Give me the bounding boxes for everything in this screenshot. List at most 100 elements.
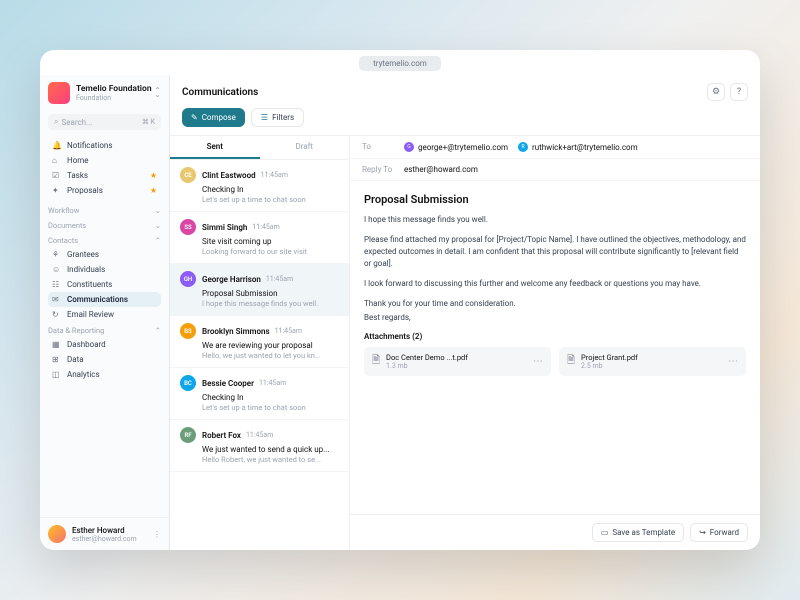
nav-section-header[interactable]: Data & Reporting⌃ [48, 322, 161, 337]
avatar [48, 525, 66, 543]
nav-icon: ⊞ [52, 355, 62, 364]
nav-item[interactable]: ◫Analytics [48, 367, 161, 382]
email-para: Please find attached my proposal for [Pr… [364, 234, 746, 270]
message-preview: Let's set up a time to chat soon [202, 195, 339, 204]
nav-item[interactable]: ⌂Home [48, 153, 161, 168]
sidebar: Temelio Foundation Foundation ⌃⌄ ⌕ Searc… [40, 75, 170, 550]
page-title: Communications [182, 87, 702, 98]
attachment-size: 1.3 mb [386, 362, 527, 370]
sender-avatar: RF [180, 427, 196, 443]
nav-item[interactable]: ▦Dashboard [48, 337, 161, 352]
recipient-avatar: G [404, 142, 414, 152]
recipient[interactable]: Ggeorge+@trytemelio.com [404, 142, 508, 152]
nav-item[interactable]: ☺Individuals [48, 262, 161, 277]
org-role: Foundation [76, 94, 154, 102]
message-detail: To Ggeorge+@trytemelio.comRruthwick+art@… [350, 136, 760, 550]
app-window: trytemelio.com Temelio Foundation Founda… [40, 50, 760, 550]
message-item[interactable]: BSBrooklyn Simmons11:45amWe are reviewin… [170, 316, 349, 368]
tab-draft[interactable]: Draft [260, 136, 350, 159]
settings-button[interactable]: ⚙ [707, 83, 725, 101]
attachment[interactable]: 🗎Project Grant.pdf2.5 mb⋯ [559, 347, 746, 376]
sender-name: Simmi Singh [202, 223, 247, 232]
sender-name: George Harrison [202, 275, 261, 284]
kbd-shortcut: ⌘ K [142, 118, 155, 126]
nav-item[interactable]: ✦Proposals★ [48, 183, 161, 198]
attachment-more-icon[interactable]: ⋯ [533, 356, 543, 367]
message-subject: We are reviewing your proposal [202, 341, 339, 350]
recipient[interactable]: Rruthwick+art@trytemelio.com [518, 142, 638, 152]
nav-item[interactable]: ☷Constituents [48, 277, 161, 292]
nav-item[interactable]: 🔔Notifications [48, 138, 161, 153]
email-para: Best regards, [364, 312, 746, 324]
message-item[interactable]: RF Robert Fox 11:45am We just wanted to sen… [170, 420, 349, 472]
file-icon: 🗎 [567, 353, 575, 370]
sender-name: Robert Fox [202, 431, 241, 440]
chevron-icon: ⌄ [155, 206, 161, 215]
email-subject: Proposal Submission [364, 193, 746, 206]
message-item[interactable]: BCBessie Cooper11:45amChecking InLet's s… [170, 368, 349, 420]
bookmark-icon: ▭ [601, 528, 609, 537]
nav-item[interactable]: ⚘Grantees [48, 247, 161, 262]
reply-to-value: esther@howard.com [404, 165, 478, 174]
nav-section-header[interactable]: Workflow⌄ [48, 202, 161, 217]
attachment-size: 2.5 mb [581, 362, 722, 370]
sender-name: Clint Eastwood [202, 171, 256, 180]
nav-section-header[interactable]: Contacts⌃ [48, 232, 161, 247]
nav-item[interactable]: ✉Communications [48, 292, 161, 307]
forward-button[interactable]: ↪ Forward [690, 523, 748, 542]
nav-icon: ☷ [52, 280, 62, 289]
message-item[interactable]: CEClint Eastwood11:45amChecking InLet's … [170, 160, 349, 212]
url-bar: trytemelio.com [40, 50, 760, 75]
nav-icon: ↻ [52, 310, 62, 319]
attachment-more-icon[interactable]: ⋯ [728, 356, 738, 367]
sender-avatar: BC [180, 375, 196, 391]
search-input[interactable]: ⌕ Search... ⌘ K [48, 114, 161, 130]
more-icon[interactable]: ⋮ [153, 530, 161, 539]
message-subject: We just wanted to send a quick up... [202, 445, 339, 454]
message-preview: I hope this message finds you well. [202, 299, 339, 308]
org-logo [48, 82, 70, 104]
message-time: 11:45am [266, 275, 293, 283]
nav-section-header[interactable]: Documents⌄ [48, 217, 161, 232]
help-button[interactable]: ? [730, 83, 748, 101]
user-name: Esther Howard [72, 526, 153, 535]
compose-button[interactable]: ✎ Compose [182, 108, 245, 127]
chevron-icon: ⌃ [155, 326, 161, 335]
file-icon: 🗎 [372, 353, 380, 370]
sender-avatar: BS [180, 323, 196, 339]
nav-icon: ✦ [52, 186, 62, 195]
filters-button[interactable]: ☰ Filters [251, 108, 304, 127]
message-preview: Looking forward to our site visit [202, 247, 339, 256]
nav-icon: ⌂ [52, 156, 62, 165]
message-preview: Hello, we just wanted to let you kn... [202, 351, 339, 360]
nav-item[interactable]: ↻Email Review [48, 307, 161, 322]
nav-icon: ◫ [52, 370, 62, 379]
message-item[interactable]: SSSimmi Singh11:45amSite visit coming up… [170, 212, 349, 264]
star-icon: ★ [150, 171, 157, 180]
reply-to-label: Reply To [362, 165, 404, 174]
message-preview: Let's set up a time to chat soon [202, 403, 339, 412]
nav-icon: ⚘ [52, 250, 62, 259]
message-subject: Site visit coming up [202, 237, 339, 246]
url-pill: trytemelio.com [359, 56, 441, 71]
recipient-email: george+@trytemelio.com [418, 143, 508, 152]
nav-item[interactable]: ⊞Data [48, 352, 161, 367]
attachment[interactable]: 🗎Doc Center Demo ...t.pdf1.3 mb⋯ [364, 347, 551, 376]
nav-icon: ☑ [52, 171, 62, 180]
nav-item[interactable]: ☑Tasks★ [48, 168, 161, 183]
current-user[interactable]: Esther Howard esther@howard.com ⋮ [40, 517, 169, 550]
org-switcher[interactable]: Temelio Foundation Foundation ⌃⌄ [40, 75, 169, 111]
tab-sent[interactable]: Sent [170, 136, 260, 159]
save-template-button[interactable]: ▭ Save as Template [592, 523, 684, 542]
filter-icon: ☰ [261, 113, 268, 122]
forward-icon: ↪ [699, 528, 706, 537]
message-time: 11:45am [246, 431, 273, 439]
user-email: esther@howard.com [72, 535, 153, 543]
search-placeholder: Search... [61, 118, 141, 127]
sender-avatar: SS [180, 219, 196, 235]
message-item[interactable]: GHGeorge Harrison11:45amProposal Submiss… [170, 264, 349, 316]
message-preview: Hello Robert, we just wanted to se... [202, 455, 339, 464]
message-time: 11:45am [261, 171, 288, 179]
email-para: I look forward to discussing this furthe… [364, 278, 746, 290]
sender-avatar: GH [180, 271, 196, 287]
